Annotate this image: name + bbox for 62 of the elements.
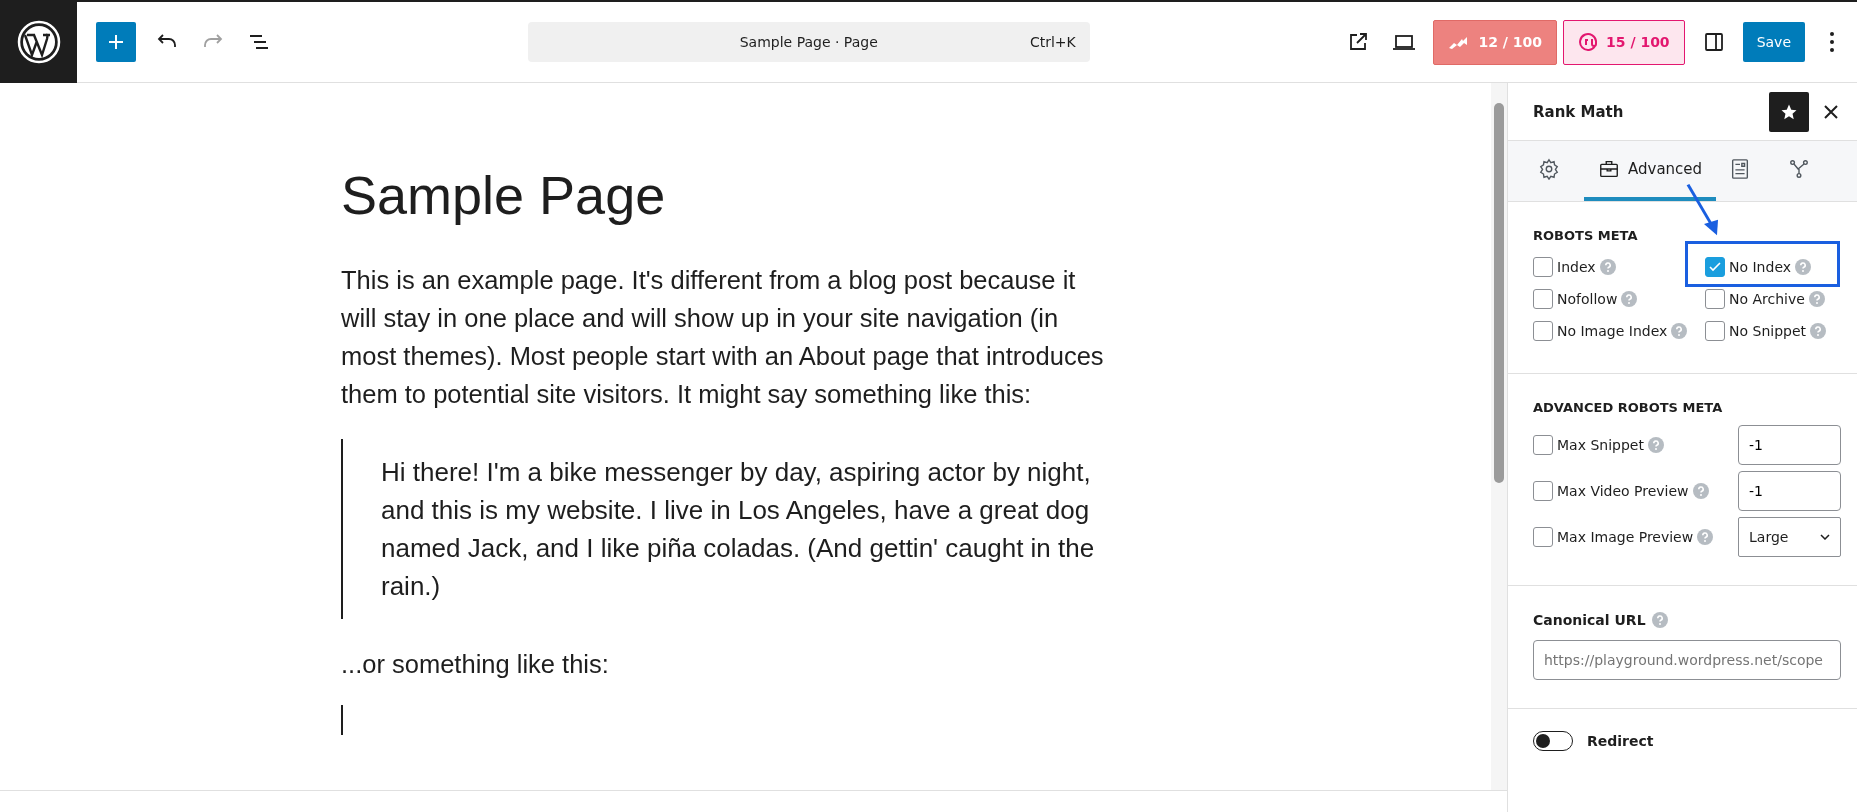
help-icon — [1621, 291, 1638, 307]
quote-text[interactable]: Hi there! I'm a bike messenger by day, aspiring actor by night, and this is my website. I live in Los Angeles, have a great dog named Jack, and I like piña coladas. (And gettin' caught in the rain.) — [381, 453, 1121, 605]
help-icon — [1651, 612, 1668, 628]
checkbox-label[interactable]: No Image Index — [1557, 323, 1668, 339]
help-icon — [1599, 259, 1616, 275]
number-input[interactable]: -1 — [1738, 471, 1841, 511]
paragraph[interactable]: This is an example page. It's different from a blog post because it will stay in one place and will show up in your site navigation (in most themes). Most people start with an About page that introduces them to potential site visitors. It might say something like this: — [341, 261, 1111, 413]
select-dropdown[interactable]: Large — [1738, 517, 1841, 557]
quote-block[interactable]: Hi there! I'm a bike messenger by day, aspiring actor by night, and this is my website. I live in Los Angeles, have a great dog named Jack, and I like piña coladas. (And gettin' caught in the rain.) — [341, 439, 1121, 619]
settings-icon — [1538, 158, 1560, 180]
panel-title: Rank Math — [1533, 102, 1625, 121]
checkbox[interactable] — [1533, 257, 1553, 277]
checkbox-label[interactable]: Nofollow — [1557, 291, 1618, 307]
checkbox[interactable] — [1533, 321, 1553, 341]
checkbox-label[interactable]: Max Image Preview — [1557, 529, 1694, 545]
canonical-url-input[interactable]: https://playground.wordpress.net/scope — [1533, 640, 1841, 680]
help-icon — [1692, 483, 1709, 499]
save-button[interactable]: Save — [1742, 22, 1805, 62]
ai-icon — [1578, 32, 1599, 52]
section-heading: ROBOTS META — [1533, 228, 1639, 243]
field-label: Canonical URL — [1533, 612, 1646, 628]
checkbox[interactable] — [1533, 435, 1553, 455]
paragraph[interactable]: ...or something like this: — [341, 645, 1111, 683]
checkbox-label[interactable]: Max Snippet — [1557, 437, 1644, 453]
checkbox[interactable] — [1705, 257, 1725, 277]
checkbox-label[interactable]: Max Video Preview — [1557, 483, 1689, 499]
annotation-arrow — [1686, 183, 1720, 237]
command-palette-button[interactable]: Sample Page · Page Ctrl+K — [527, 22, 1090, 62]
star-button[interactable] — [1769, 91, 1809, 132]
checkbox[interactable] — [1705, 289, 1725, 309]
section-heading: ADVANCED ROBOTS META — [1533, 400, 1724, 415]
shortcut-hint: Ctrl+K — [1029, 34, 1076, 50]
check-icon — [1709, 262, 1721, 272]
checkbox[interactable] — [1533, 527, 1553, 547]
checkbox-label[interactable]: No Snippet — [1729, 323, 1806, 339]
checkbox[interactable] — [1533, 481, 1553, 501]
checkbox[interactable] — [1533, 289, 1553, 309]
checkbox-label[interactable]: Index — [1557, 259, 1596, 275]
scrollbar-thumb[interactable] — [1494, 103, 1504, 483]
document-icon — [1730, 158, 1751, 180]
checkbox[interactable] — [1705, 321, 1725, 341]
toggle-switch[interactable] — [1533, 731, 1573, 751]
number-input[interactable]: -1 — [1738, 425, 1841, 465]
help-icon — [1697, 529, 1714, 545]
network-icon — [1788, 158, 1811, 180]
text-cursor — [341, 705, 343, 735]
score-button[interactable]: 15 / 100 — [1563, 19, 1685, 65]
checkbox-label[interactable]: No Index — [1729, 259, 1792, 275]
checkbox-label[interactable]: No Archive — [1729, 291, 1805, 307]
plus-icon — [106, 32, 126, 52]
help-icon — [1795, 259, 1812, 275]
toggle-label: Redirect — [1587, 733, 1654, 749]
page-title[interactable]: Sample Page — [341, 163, 1491, 227]
scrollbar[interactable] — [1491, 83, 1507, 790]
help-icon — [1810, 323, 1826, 339]
help-icon — [1808, 291, 1825, 307]
help-icon — [1671, 323, 1688, 339]
help-icon — [1647, 437, 1664, 453]
chevron-down-icon — [1820, 534, 1830, 540]
toolbox-icon — [1598, 158, 1620, 180]
add-block-button[interactable] — [96, 22, 136, 62]
wordpress-logo[interactable] — [0, 1, 77, 83]
